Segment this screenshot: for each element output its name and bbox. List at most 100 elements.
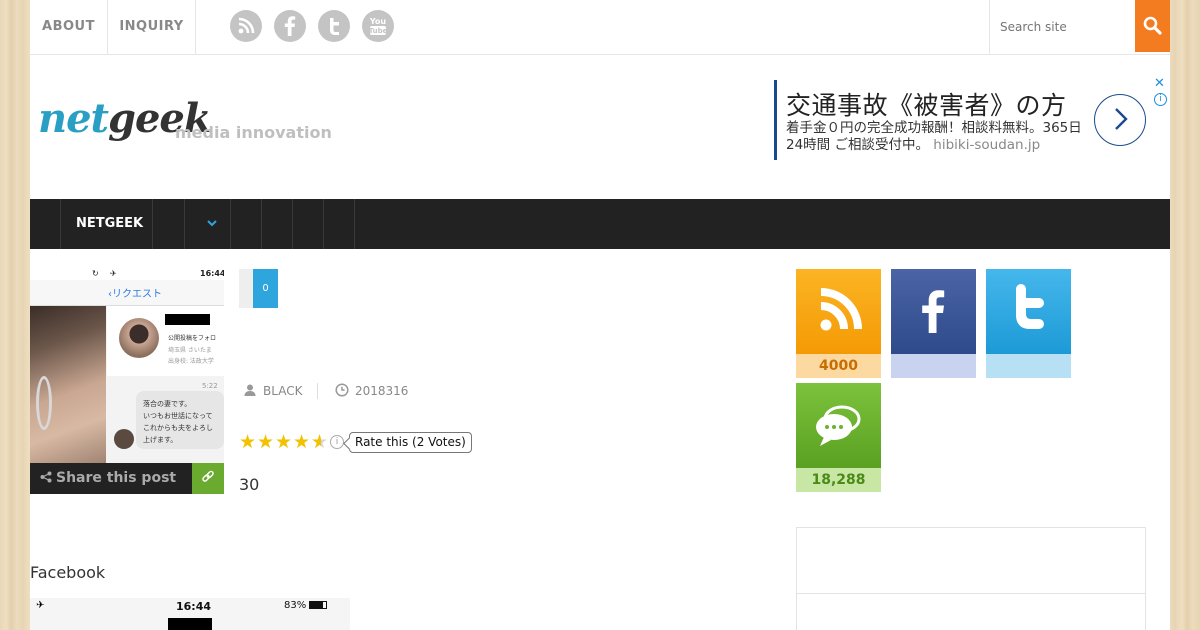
nav-divider — [292, 199, 293, 249]
thumb-bubble-line: 上げます。 — [143, 436, 178, 444]
chevron-right-icon — [1115, 108, 1128, 130]
thumb-small-avatar — [114, 429, 134, 449]
search-icon — [1143, 16, 1162, 35]
clock-icon — [335, 383, 349, 397]
article-thumbnail[interactable]: ✈ 16:44 ↻ ‹リクエスト 公開投稿をフォロ 埼玉県 さいたま 出身校: … — [30, 269, 224, 463]
share-count-value: 0 — [253, 269, 278, 308]
nav-divider — [323, 199, 324, 249]
thumb-card-line: 埼玉県 さいたま — [168, 347, 212, 354]
svg-text:You: You — [369, 17, 387, 26]
rating-info-icon[interactable]: i — [330, 435, 344, 449]
redacted-name — [168, 618, 212, 630]
share-count[interactable]: 0 — [239, 269, 278, 308]
thumb-bubble-line: いつもお世話になって — [143, 412, 213, 420]
ad-close-icon[interactable]: ✕ — [1154, 76, 1165, 91]
thumb-bubble-line: これからも夫をよろし — [143, 424, 213, 432]
nav-about-link[interactable]: ABOUT — [30, 0, 108, 54]
ad-info-icon[interactable]: i — [1154, 93, 1167, 106]
redacted-name — [165, 314, 210, 325]
nav-divider — [261, 199, 262, 249]
half-star-icon[interactable]: ★ ★ — [311, 432, 328, 452]
top-bar: ABOUT INQUIRY You Tube — [30, 0, 1170, 55]
facebook-icon — [891, 269, 976, 354]
airplane-icon: ✈ — [110, 269, 117, 278]
thumb-card-line: 出身校: 法政大学 — [168, 358, 214, 365]
page: ABOUT INQUIRY YouTube netgeek media inno… — [30, 0, 1170, 630]
section-label: Facebook — [30, 563, 106, 582]
main-nav: NETGEEK — [30, 199, 1170, 249]
sidebar-widget — [796, 527, 1146, 630]
star-icon[interactable]: ★ — [257, 432, 274, 452]
avatar — [119, 318, 159, 358]
widget-divider — [797, 593, 1145, 594]
date-text: 2018316 — [355, 384, 409, 398]
star-icon[interactable]: ★ — [239, 432, 256, 452]
facebook-tile[interactable] — [891, 269, 976, 378]
nav-item-netgeek[interactable]: NETGEEK — [76, 199, 143, 249]
user-icon — [244, 384, 256, 396]
rss-tile[interactable]: 4000 — [796, 269, 881, 378]
thumb-hand-photo — [30, 306, 106, 463]
youtube-icon[interactable]: You Tube — [362, 10, 394, 42]
post-date: 2018316 — [335, 383, 408, 399]
rating-tooltip: Rate this (2 Votes) — [349, 432, 472, 453]
ring-image — [36, 376, 52, 430]
ad-description: 着手金０円の完全成功報酬！相談料無料。365日24時間 ご相談受付中。 hibi… — [786, 120, 1086, 154]
twitter-icon[interactable] — [318, 10, 350, 42]
svg-text:Tube: Tube — [369, 27, 388, 35]
logo-net-text: net — [38, 95, 109, 142]
refresh-icon: ↻ — [92, 269, 99, 278]
article-image: ✈ 16:44 83% — [30, 598, 350, 630]
nav-divider — [152, 199, 153, 249]
permalink-button[interactable] — [192, 463, 224, 494]
meta-divider — [317, 383, 318, 399]
comments-count: 18,288 — [796, 468, 881, 492]
star-icon[interactable]: ★ — [275, 432, 292, 452]
twitter-count — [986, 354, 1071, 378]
rss-icon — [796, 269, 881, 354]
site-tagline: media innovation — [175, 123, 332, 142]
search-box — [989, 0, 1136, 54]
thumb-message-time: 5:22 — [202, 382, 218, 390]
ad-accent-bar — [774, 80, 777, 160]
facebook-icon[interactable] — [274, 10, 306, 42]
thumb-profile-card: 公開投稿をフォロ 埼玉県 さいたま 出身校: 法政大学 — [107, 306, 224, 376]
nav-divider — [60, 199, 61, 249]
article-body-text: 30 — [239, 475, 260, 494]
search-input[interactable] — [990, 0, 1136, 54]
nav-divider — [184, 199, 185, 249]
image-battery-text: 83% — [284, 600, 328, 611]
share-label: Share this post — [56, 470, 177, 486]
ad-arrow-button[interactable] — [1094, 94, 1146, 146]
ad-url[interactable]: hibiki-soudan.jp — [933, 137, 1040, 153]
image-status-time: 16:44 — [176, 600, 212, 613]
thumb-back-link: ‹リクエスト — [108, 285, 162, 300]
battery-icon — [309, 601, 328, 609]
thumb-back-label: リクエスト — [112, 289, 162, 300]
comments-tile[interactable]: 18,288 — [796, 383, 881, 492]
ad-title[interactable]: 交通事故《被害者》の方 — [786, 86, 1067, 122]
ad-banner[interactable]: 交通事故《被害者》の方 着手金０円の完全成功報酬！相談料無料。365日24時間 … — [774, 80, 1160, 160]
chevron-down-icon[interactable] — [206, 199, 218, 270]
star-icon[interactable]: ★ — [293, 432, 310, 452]
post-author[interactable]: BLACK — [243, 383, 302, 399]
twitter-icon — [986, 269, 1071, 354]
facebook-count — [891, 354, 976, 378]
thumb-status-bar: ✈ 16:44 ↻ — [30, 269, 224, 280]
thumb-message-bubble: 落合の妻です。 いつもお世話になって これからも夫をよろし 上げます。 — [136, 391, 224, 449]
nav-divider — [230, 199, 231, 249]
rss-count: 4000 — [796, 354, 881, 378]
rss-icon[interactable] — [230, 10, 262, 42]
nav-inquiry-link[interactable]: INQUIRY — [108, 0, 196, 54]
link-icon — [202, 470, 214, 482]
share-icon — [40, 471, 52, 483]
share-button[interactable]: Share this post — [30, 463, 192, 494]
airplane-icon: ✈ — [36, 600, 45, 611]
thumb-card-line: 公開投稿をフォロ — [168, 335, 217, 342]
battery-percent: 83% — [284, 600, 307, 611]
author-name: BLACK — [263, 384, 303, 398]
twitter-tile[interactable] — [986, 269, 1071, 378]
nav-divider — [354, 199, 355, 249]
search-button[interactable] — [1135, 0, 1170, 52]
comments-icon — [796, 383, 881, 468]
